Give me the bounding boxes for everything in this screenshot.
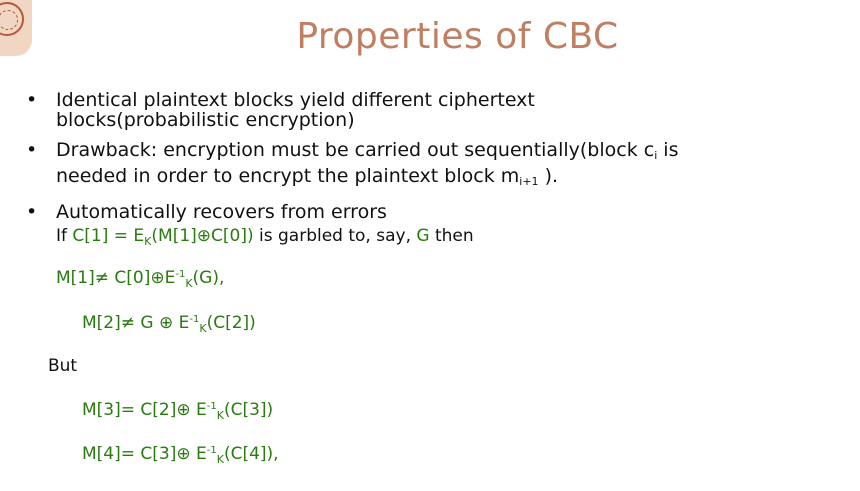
equation-m4: M[4]= C[3]⊕ E-1K(C[4]), <box>82 444 279 466</box>
garbled-statement: If C[1] = EK(M[1]⊕C[0]) is garbled to, s… <box>56 226 474 248</box>
equation-m2: M[2]≠ G ⊕ E-1K(C[2]) <box>82 313 256 335</box>
bullet-text: blocks(probabilistic encryption) <box>56 109 355 131</box>
equation-m3: M[3]= C[2]⊕ E-1K(C[3]) <box>82 400 274 422</box>
bullet-dot-icon: • <box>26 89 38 111</box>
slide-title: Properties of CBC <box>296 16 619 57</box>
bullet-list: • Identical plaintext blocks yield diffe… <box>26 90 806 232</box>
bullet-dot-icon: • <box>26 139 38 161</box>
bullet-item: • Identical plaintext blocks yield diffe… <box>26 90 806 130</box>
bullet-text: Identical plaintext blocks yield differe… <box>56 89 535 111</box>
bullet-item: • Drawback: encryption must be carried o… <box>26 140 806 192</box>
bullet-dot-icon: • <box>26 201 38 223</box>
but-label: But <box>48 356 78 376</box>
equation-m1: M[1]≠ C[0]⊕E-1K(G), <box>56 268 225 290</box>
bullet-item: • Automatically recovers from errors <box>26 202 806 222</box>
bullet-text: Drawback: encryption must be carried out… <box>56 139 679 162</box>
bullet-text: needed in order to encrypt the plaintext… <box>56 165 559 188</box>
bullet-text: Automatically recovers from errors <box>56 201 387 223</box>
